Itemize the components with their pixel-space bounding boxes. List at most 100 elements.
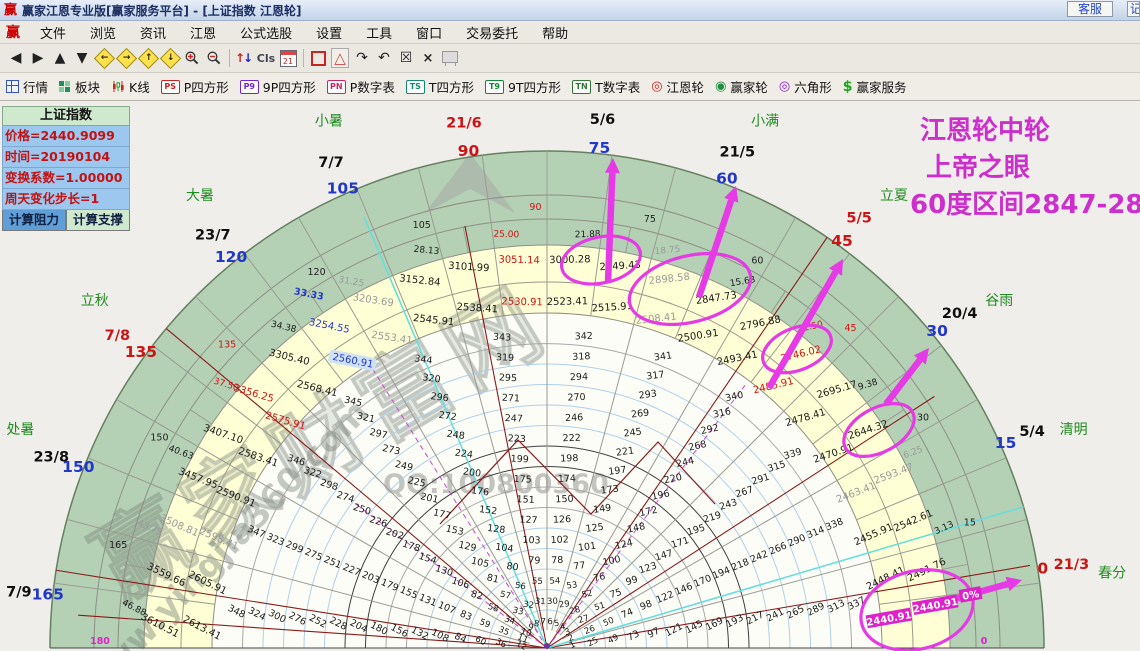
menu-item-6[interactable]: 设置 [304,21,354,44]
svg-text:大暑: 大暑 [186,188,214,204]
calendar-icon[interactable]: 21 [278,48,298,69]
svg-text:60: 60 [751,255,763,266]
svg-text:197: 197 [608,465,627,478]
svg-text:101: 101 [577,541,596,554]
svg-text:小满: 小满 [751,113,779,129]
menu-item-8[interactable]: 窗口 [404,21,454,44]
customer-service-button[interactable]: 客服 [1067,1,1113,17]
menu-item-10[interactable]: 帮助 [530,21,580,44]
svg-text:6: 6 [547,617,553,627]
annotation-line-1: 江恩轮中轮 [920,116,1051,146]
chart-area[interactable]: 赢家财富网 www.yingjia360.com QQ:100800360 1 2 3 4 5… [0,101,1140,651]
svg-text:30: 30 [926,322,948,340]
partial-button[interactable]: 记 [1127,1,1140,17]
rotate-cw-icon[interactable]: ↷ [352,48,372,69]
menu-item-4[interactable]: 江恩 [178,21,228,44]
svg-text:2523.41: 2523.41 [547,296,589,308]
menu-item-9[interactable]: 交易委托 [454,21,530,44]
pointer-down-icon[interactable]: ▼ [72,48,92,69]
menu-item-1[interactable]: 文件 [28,21,78,44]
svg-text:15: 15 [995,434,1017,452]
svg-text:105: 105 [327,179,359,197]
pan-up-icon[interactable]: ↑ [137,47,159,69]
ribbon-item-P四方形[interactable]: PS P四方形 [160,77,229,96]
menu-item-2[interactable]: 浏览 [78,21,128,44]
step-row: 周天变化步长=1 [2,189,130,210]
svg-text:295: 295 [499,372,518,384]
zoom-out-icon[interactable] [204,48,224,69]
rect-tool-icon[interactable] [308,48,328,69]
svg-text:20/4: 20/4 [942,306,978,322]
ts-badge: TS [405,79,425,94]
back-icon[interactable]: ◀ [6,48,26,69]
zoom-in-icon[interactable] [182,48,202,69]
svg-text:77: 77 [573,560,586,572]
annotation-line-3: 60度区间2847-2898 [910,190,1140,220]
ribbon-item-板块[interactable]: 板块 [59,77,100,96]
svg-text:246: 246 [565,412,584,424]
triangle-tool-icon[interactable]: △ [330,48,350,69]
rotate-ccw-icon[interactable]: ↶ [374,48,394,69]
menu-item-3[interactable]: 资讯 [128,21,178,44]
svg-text:245: 245 [623,426,642,439]
ribbon-item-赢家服务[interactable]: $ 赢家服务 [843,77,907,96]
svg-text:294: 294 [570,372,589,384]
calc-support-button[interactable]: 计算支撑 [66,210,130,231]
svg-text:5/4: 5/4 [1019,424,1044,440]
svg-text:126: 126 [553,514,572,526]
ribbon-item-六角形[interactable]: ◎ 六角形 [779,77,832,96]
pointer-up-icon[interactable]: ▲ [50,48,70,69]
svg-text:135: 135 [125,343,157,361]
ribbon-item-K线[interactable]: K线 [111,77,150,96]
menu-item-5[interactable]: 公式选股 [228,21,304,44]
updown-arrows-icon[interactable]: ↑↓ [234,48,254,69]
svg-text:5/5: 5/5 [846,210,871,226]
svg-text:222: 222 [562,433,581,445]
pan-right-icon[interactable]: → [115,47,137,69]
instrument-title: 上证指数 [2,106,130,126]
price-row: 价格=2440.9099 [2,126,130,147]
pan-down-icon[interactable]: ↓ [159,47,181,69]
svg-text:271: 271 [502,393,521,405]
svg-text:269: 269 [631,407,650,420]
hexagon-icon: ◎ [778,79,791,94]
svg-text:105: 105 [413,220,431,231]
svg-text:25.00: 25.00 [493,230,519,241]
svg-text:150: 150 [555,494,574,506]
ribbon-item-行情[interactable]: 行情 [6,77,48,96]
ribbon-item-江恩轮[interactable]: ◎ 江恩轮 [651,77,704,96]
svg-text:120: 120 [308,267,326,278]
svg-text:78: 78 [551,555,564,566]
quotes-table-icon [6,80,19,93]
svg-text:125: 125 [585,522,604,535]
svg-text:135: 135 [218,339,236,350]
svg-text:7/8: 7/8 [105,328,130,344]
pan-left-icon[interactable]: ← [93,47,115,69]
svg-text:清明: 清明 [1060,422,1088,438]
ribbon-item-P数字表[interactable]: PN P数字表 [326,77,395,96]
svg-text:223: 223 [507,433,526,445]
svg-text:21/3: 21/3 [1054,557,1090,573]
ribbon-item-9P四方形[interactable]: P9 9P四方形 [239,77,316,96]
coefficient-row: 变换系数=1.00000 [2,168,130,189]
easel-icon[interactable] [440,48,460,69]
svg-text:55: 55 [532,576,543,586]
svg-text:7/9: 7/9 [6,584,31,600]
menu-bar: 赢 文件 浏览 资讯 江恩 公式选股 设置 工具 窗口 交易委托 帮助 [0,21,1140,44]
separator [300,48,306,69]
converge-icon[interactable]: × [418,48,438,69]
ribbon-item-T数字表[interactable]: TN T数字表 [572,77,640,96]
menu-item-7[interactable]: 工具 [354,21,404,44]
cls-button[interactable]: Cls [256,48,276,69]
ribbon-item-T四方形[interactable]: TS T四方形 [405,77,474,96]
svg-text:343: 343 [493,332,512,344]
svg-text:247: 247 [505,413,524,425]
calc-resistance-button[interactable]: 计算阻力 [2,210,66,231]
forward-icon[interactable]: ▶ [28,48,48,69]
svg-text:3000.28: 3000.28 [549,254,591,266]
ribbon-item-9T四方形[interactable]: T9 9T四方形 [484,77,561,96]
ribbon-item-赢家轮[interactable]: ◉ 赢家轮 [715,77,768,96]
box-x-icon[interactable]: ☒ [396,48,416,69]
menu-items: 文件 浏览 资讯 江恩 公式选股 设置 工具 窗口 交易委托 帮助 [28,21,580,44]
svg-text:317: 317 [646,369,665,382]
